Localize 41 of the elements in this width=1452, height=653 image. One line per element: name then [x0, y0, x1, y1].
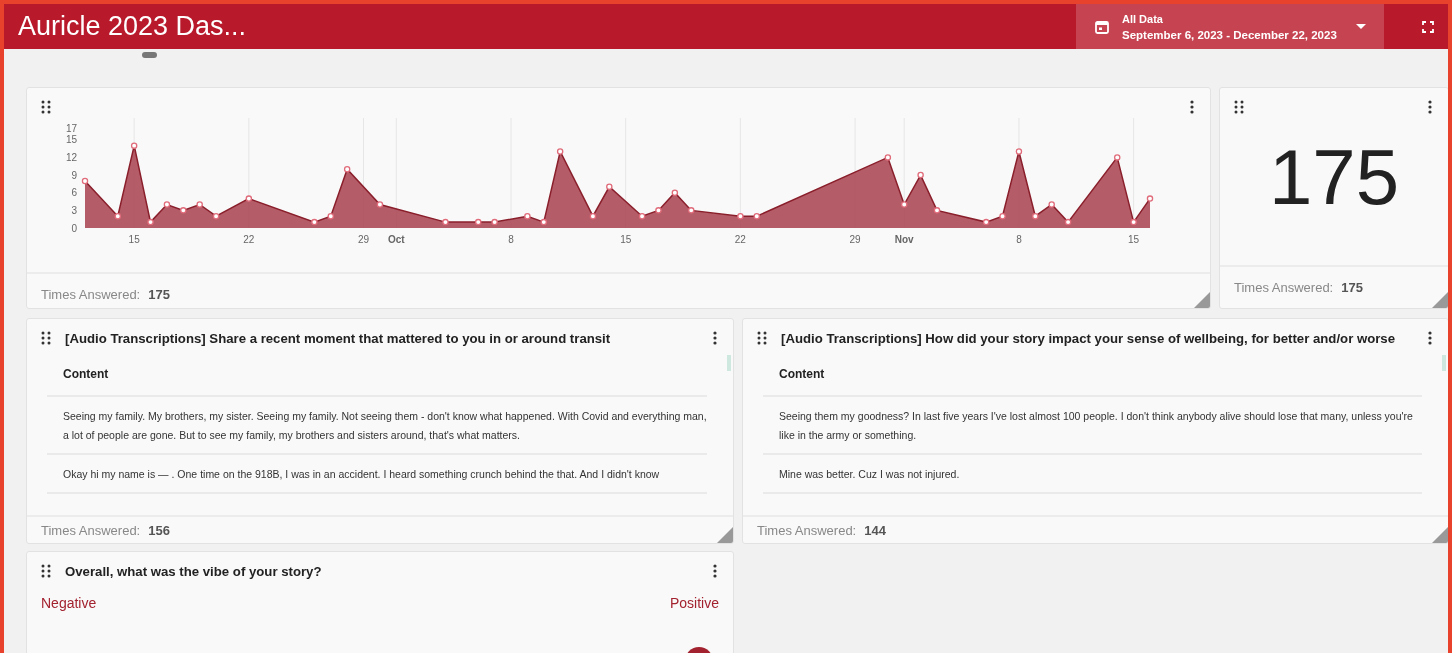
date-filter-label: All Data: [1122, 12, 1163, 25]
x-axis-label: 15: [1128, 234, 1140, 245]
x-axis-label: 29: [358, 234, 370, 245]
card-title: [Audio Transcriptions] How did your story impact your sense of wellbeing, for better and/or worse: [781, 330, 1396, 346]
date-range-value: September 6, 2023 - December 22, 2023: [1122, 28, 1337, 41]
scale-low-label: Negative: [41, 595, 97, 611]
footer-value: 156: [148, 523, 170, 538]
footer-label: Times Answered:: [41, 287, 141, 302]
column-header: Content: [47, 363, 707, 397]
y-axis-label: 17: [65, 122, 77, 134]
card-title: Overall, what was the vibe of your story?: [65, 563, 322, 579]
x-axis-label: 29: [849, 234, 861, 245]
footer-label: Times Answered:: [1234, 280, 1334, 295]
table-cell: Seeing my family. My brothers, my sister. Seeing my family. Not seeing them - don't know what happened. With Covid and everything man, a lot of people are gone. But to see my family, my brothers and sisters around, that's what matters.: [47, 397, 707, 455]
card-title: [Audio Transcriptions] Share a recent moment that mattered to you in or around transit: [65, 330, 611, 346]
x-axis-label: 8: [508, 234, 514, 245]
table-cell: Seeing them my goodness? In last five years I've lost almost 100 people. I don't think anybody alive should lose that many, unless you're like in the army or something.: [763, 397, 1422, 455]
footer-value: 175: [1341, 280, 1363, 295]
x-axis-label: 22: [734, 234, 746, 245]
x-axis-label: Oct: [387, 234, 405, 245]
footer-value: 175: [148, 287, 170, 302]
x-axis-label: 15: [128, 234, 140, 245]
y-axis-label: 9: [71, 169, 77, 181]
table-cell: Mine was better. Cuz I was not injured.: [763, 455, 1422, 494]
column-header: Content: [763, 363, 1422, 397]
y-axis-label: 6: [71, 187, 77, 199]
y-axis-label: 3: [71, 204, 77, 216]
y-axis-label: 0: [71, 222, 77, 234]
dashboard-title: Auricle 2023 Das...: [18, 11, 248, 42]
x-axis-label: 15: [620, 234, 632, 245]
scale-high-label: Positive: [669, 595, 719, 611]
x-axis-label: 22: [243, 234, 255, 245]
x-axis-label: Nov: [894, 234, 914, 245]
footer-label: Times Answered:: [757, 523, 857, 538]
y-axis-label: 15: [65, 134, 77, 146]
y-axis-label: 12: [65, 151, 77, 163]
footer-value: 144: [864, 523, 886, 538]
answer-count: 175: [1268, 132, 1400, 223]
table-cell: Okay hi my name is — . One time on the 918B, I was in an accident. I heard something crunch behind the that. And I didn't know: [47, 455, 707, 494]
x-axis-label: 8: [1016, 234, 1022, 245]
footer-label: Times Answered:: [41, 523, 141, 538]
